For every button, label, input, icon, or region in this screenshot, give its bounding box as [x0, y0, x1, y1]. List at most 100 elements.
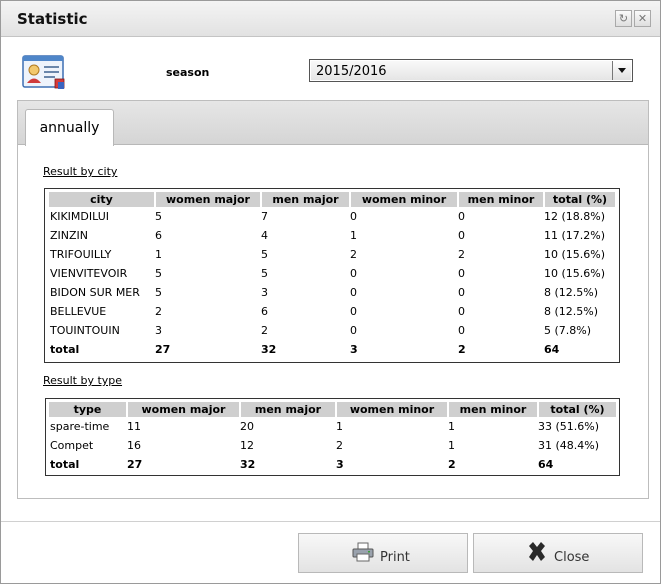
table-row: TOUINTOUIN 3 2 0 0 5 (7.8%): [49, 321, 615, 340]
chevron-down-icon[interactable]: [612, 61, 631, 80]
table-cell: spare-time: [50, 420, 110, 433]
table-cell: 5 (7.8%): [544, 324, 592, 337]
type-table-box: type women major men major women minor men m…: [45, 398, 620, 476]
total-cell: 2: [448, 458, 456, 471]
close-label: Close: [554, 550, 590, 565]
close-window-icon[interactable]: ✕: [634, 10, 651, 27]
by-city-header-cell: total (%): [543, 192, 615, 207]
city-table-box: city women major men major women minor men m…: [44, 188, 620, 363]
table-cell: 3: [155, 324, 162, 337]
by-type-header-cell: women major: [126, 402, 239, 417]
by-city-header-cell: women major: [154, 192, 260, 207]
by-type-header-cell: women minor: [335, 402, 447, 417]
printer-icon: [352, 542, 374, 562]
table-row: Compet 16 12 2 1 31 (48.4%): [49, 436, 616, 455]
by-city-header-cell: men minor: [457, 192, 543, 207]
table-row: BELLEVUE 2 6 0 0 8 (12.5%): [49, 302, 615, 321]
restore-icon[interactable]: ↻: [615, 10, 632, 27]
tab-strip: annually: [18, 101, 648, 146]
table-cell: 7: [261, 210, 268, 223]
table-cell: 8 (12.5%): [544, 286, 599, 299]
table-cell: 0: [458, 210, 465, 223]
table-cell: 0: [458, 229, 465, 242]
table-row: ZINZIN 6 4 1 0 11 (17.2%): [49, 226, 615, 245]
table-cell: 11 (17.2%): [544, 229, 606, 242]
table-cell: 0: [350, 305, 357, 318]
total-cell: 3: [350, 343, 358, 356]
table-cell: BIDON SUR MER: [50, 286, 140, 299]
by-type-header-cell: total (%): [537, 402, 616, 417]
total-cell: total: [50, 458, 80, 471]
table-cell: 4: [261, 229, 268, 242]
table-cell: 2: [261, 324, 268, 337]
window-title: Statistic: [17, 10, 88, 28]
total-cell: 32: [240, 458, 256, 471]
table-cell: TRIFOUILLY: [50, 248, 112, 261]
table-row: TRIFOUILLY 1 5 2 2 10 (15.6%): [49, 245, 615, 264]
total-row: total 27 32 3 2 64: [49, 340, 615, 359]
total-cell: 27: [127, 458, 143, 471]
table-cell: 0: [458, 267, 465, 280]
table-cell: 0: [458, 305, 465, 318]
by-type-header-cell: type: [49, 402, 126, 417]
table-cell: 1: [155, 248, 162, 261]
table-cell: KIKIMDILUI: [50, 210, 109, 223]
tab-annually[interactable]: annually: [25, 109, 114, 146]
table-cell: 10 (15.6%): [544, 248, 606, 261]
close-icon: [529, 542, 545, 561]
table-cell: 0: [350, 210, 357, 223]
table-cell: 12 (18.8%): [544, 210, 606, 223]
table-cell: VIENVITEVOIR: [50, 267, 128, 280]
close-button[interactable]: Close: [473, 533, 643, 573]
table-row: VIENVITEVOIR 5 5 0 0 10 (15.6%): [49, 264, 615, 283]
result-by-city-title: Result by city: [43, 165, 118, 178]
table-cell: 1: [350, 229, 357, 242]
table-cell: 3: [261, 286, 268, 299]
print-label: Print: [380, 550, 410, 565]
print-button[interactable]: Print: [298, 533, 468, 573]
table-cell: 8 (12.5%): [544, 305, 599, 318]
total-cell: 27: [155, 343, 171, 356]
total-cell: 64: [538, 458, 554, 471]
table-row: spare-time 11 20 1 1 33 (51.6%): [49, 417, 616, 436]
table-cell: ZINZIN: [50, 229, 89, 242]
table-row: BIDON SUR MER 5 3 0 0 8 (12.5%): [49, 283, 615, 302]
table-cell: 12: [240, 439, 254, 452]
table-cell: BELLEVUE: [50, 305, 107, 318]
user-card-icon: [22, 55, 65, 89]
table-cell: 5: [155, 286, 162, 299]
result-by-type-title: Result by type: [43, 374, 123, 387]
total-cell: total: [50, 343, 80, 356]
table-cell: 16: [127, 439, 141, 452]
table-cell: 1: [448, 439, 455, 452]
table-cell: 1: [448, 420, 455, 433]
by-city-header-cell: city: [49, 192, 154, 207]
table-cell: 2: [336, 439, 343, 452]
titlebar: Statistic ↻ ✕: [1, 1, 660, 37]
season-select[interactable]: 2015/2016: [309, 59, 633, 82]
table-row: KIKIMDILUI 5 7 0 0 12 (18.8%): [49, 207, 615, 226]
table-cell: Compet: [50, 439, 94, 452]
table-cell: 31 (48.4%): [538, 439, 600, 452]
table-cell: 0: [350, 286, 357, 299]
table-cell: 1: [336, 420, 343, 433]
table-cell: 2: [350, 248, 357, 261]
table-cell: 0: [458, 324, 465, 337]
table-cell: 10 (15.6%): [544, 267, 606, 280]
total-row: total 27 32 3 2 64: [49, 455, 616, 474]
table-cell: 5: [155, 210, 162, 223]
table-cell: 6: [155, 229, 162, 242]
table-cell: 5: [261, 267, 268, 280]
table-cell: 5: [261, 248, 268, 261]
statistic-window: Statistic ↻ ✕ season 2015/2016 annually …: [0, 0, 661, 584]
city-table: city women major men major women minor men m…: [49, 192, 615, 359]
table-cell: 2: [458, 248, 465, 261]
table-cell: 0: [350, 267, 357, 280]
table-cell: 11: [127, 420, 141, 433]
by-type-header-cell: men major: [239, 402, 335, 417]
by-city-header-cell: men major: [260, 192, 349, 207]
table-cell: 5: [155, 267, 162, 280]
total-cell: 32: [261, 343, 277, 356]
by-type-header-cell: men minor: [447, 402, 537, 417]
table-cell: 20: [240, 420, 254, 433]
